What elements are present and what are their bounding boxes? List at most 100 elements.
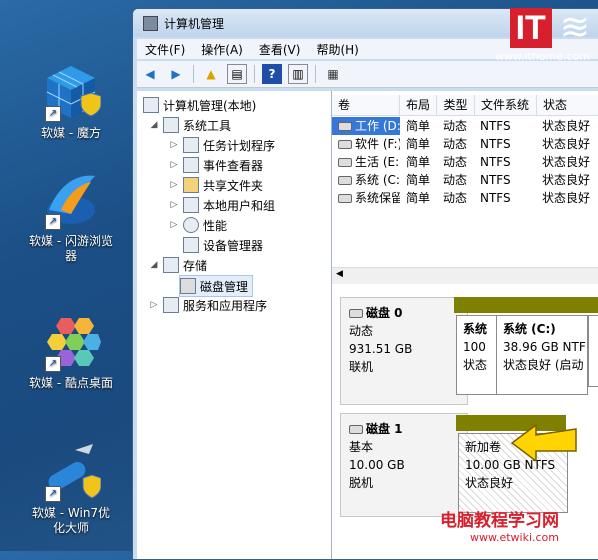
tree-item-performance[interactable]: ▷ 性能: [169, 215, 227, 235]
collapse-arrow-icon[interactable]: ◢: [149, 120, 159, 130]
filesystem-cell: NTFS: [480, 173, 511, 187]
expand-arrow-icon[interactable]: ▷: [169, 140, 179, 150]
expand-arrow-icon[interactable]: ▷: [169, 180, 179, 190]
expand-arrow-icon[interactable]: ▷: [149, 300, 159, 310]
expand-arrow-icon[interactable]: ▷: [169, 220, 179, 230]
menu-view[interactable]: 查看(V): [251, 41, 309, 58]
disk-management-icon: [180, 278, 196, 294]
logo-brand: IT: [509, 8, 552, 48]
volume-name-cell: 系统 (C:): [332, 171, 400, 189]
action-pane-icon[interactable]: ▥: [288, 64, 308, 84]
type-cell: 动态: [443, 155, 468, 169]
status-cell: 状态良好: [542, 137, 591, 151]
desktop-icon-label: 软媒 - Win7优化大师: [31, 506, 111, 535]
tree-item-system-tools[interactable]: ◢ 系统工具: [149, 115, 231, 135]
tree-item-storage[interactable]: ◢ 存储: [149, 255, 207, 275]
help-icon[interactable]: ?: [262, 64, 282, 84]
cube-icon: ↗: [41, 62, 102, 122]
up-folder-icon[interactable]: ▲: [201, 64, 221, 84]
partition-status: 状态良好 (启动: [503, 358, 584, 372]
partition-status: 状态良好: [465, 476, 514, 490]
tree-item-task-scheduler[interactable]: ▷ 任务计划程序: [169, 135, 275, 155]
disk-status: 脱机: [349, 476, 374, 490]
layout-cell: 简单: [406, 155, 431, 169]
disk-size: 10.00 GB: [349, 458, 405, 472]
desktop-icon-kudian[interactable]: ↗ 软媒 - 酷点桌面: [26, 312, 116, 391]
desktop-icon-label: 软媒 - 酷点桌面: [29, 376, 113, 390]
disk-name: 磁盘 1: [366, 422, 403, 436]
drive-icon: [338, 194, 352, 203]
expand-arrow-icon[interactable]: ▷: [169, 200, 179, 210]
collapse-arrow-icon[interactable]: ◢: [149, 260, 159, 270]
partition-status: 状态: [463, 358, 488, 372]
desktop-icon-shanyou[interactable]: ↗ 软媒 - 闪游浏览器: [26, 170, 116, 264]
performance-icon: [183, 217, 199, 233]
tree-label: 事件查看器: [203, 158, 264, 173]
bird-icon: ↗: [41, 170, 101, 230]
column-volume[interactable]: 卷: [332, 95, 400, 115]
properties-icon[interactable]: ▦: [323, 64, 343, 84]
filesystem-cell: NTFS: [480, 119, 511, 133]
table-row[interactable]: 软件 (F:) 简单 动态 NTFS 状态良好: [332, 135, 598, 153]
column-status[interactable]: 状态: [537, 95, 598, 115]
status-cell: 状态良好: [542, 119, 591, 133]
shortcut-arrow-icon: ↗: [45, 106, 61, 122]
filesystem-cell: NTFS: [480, 155, 511, 169]
logo-url: www.ithome.com: [494, 50, 590, 63]
desktop-icon-mofang[interactable]: ↗ 软媒 - 魔方: [26, 62, 116, 141]
tree-item-device-manager[interactable]: 设备管理器: [183, 235, 263, 255]
tree-label: 计算机管理(本地): [163, 98, 257, 113]
table-row[interactable]: 工作 (D:) 简单 动态 NTFS 状态良好: [332, 117, 598, 135]
tree-label: 本地用户和组: [203, 198, 276, 213]
column-type[interactable]: 类型: [437, 95, 475, 115]
toolbar-divider: [254, 65, 255, 83]
menu-file[interactable]: 文件(F): [137, 41, 193, 58]
column-layout[interactable]: 布局: [400, 95, 438, 115]
disk-1-panel[interactable]: 磁盘 1 基本 10.00 GB 脱机 新加卷 10.00 GB NTFS 状态…: [340, 413, 598, 517]
tree-label: 设备管理器: [203, 238, 264, 253]
back-arrow-icon[interactable]: ◀: [140, 64, 160, 84]
tree-item-disk-management[interactable]: 磁盘管理: [179, 275, 254, 297]
type-cell: 动态: [443, 137, 468, 151]
disk-0-panel[interactable]: 磁盘 0 动态 931.51 GB 联机 系统 100 状态 系统 (C:) 3…: [340, 297, 598, 405]
tree-item-services[interactable]: ▷ 服务和应用程序: [149, 295, 267, 315]
forward-arrow-icon[interactable]: ▶: [166, 64, 186, 84]
desktop-icon-win7youhua[interactable]: ↗ 软媒 - Win7优化大师: [26, 442, 116, 536]
partition-more[interactable]: [588, 315, 598, 387]
partition-system-reserved[interactable]: 系统 100 状态: [456, 315, 498, 395]
table-row[interactable]: 生活 (E:) 简单 动态 NTFS 状态良好: [332, 153, 598, 171]
tree-label: 服务和应用程序: [183, 298, 268, 313]
tree-item-root[interactable]: 计算机管理(本地): [143, 95, 256, 115]
tree-item-shared-folders[interactable]: ▷ 共享文件夹: [169, 175, 263, 195]
partition-name: 系统 (C:): [503, 322, 556, 336]
tools-icon: [163, 117, 179, 133]
computer-management-icon: [143, 15, 158, 31]
show-hide-tree-icon[interactable]: ▤: [227, 64, 247, 84]
scroll-left-icon[interactable]: ◀: [336, 269, 343, 279]
drive-icon: [338, 122, 352, 131]
status-cell: 状态良好: [542, 155, 591, 169]
volume-name-cell: 系统保留: [332, 189, 400, 207]
tree-item-local-users[interactable]: ▷ 本地用户和组: [169, 195, 275, 215]
tree-label: 存储: [183, 258, 208, 273]
column-filesystem[interactable]: 文件系统: [475, 95, 537, 115]
status-cell: 状态良好: [542, 173, 591, 187]
clock-icon: [183, 137, 199, 153]
disk-icon: [349, 309, 363, 318]
toolbar-divider: [315, 65, 316, 83]
table-row[interactable]: 系统保留 简单 动态 NTFS 状态良好: [332, 189, 598, 207]
disk-info: 磁盘 0 动态 931.51 GB 联机: [340, 297, 468, 405]
expand-arrow-icon[interactable]: ▷: [169, 160, 179, 170]
watermark-url: www.etwiki.com: [469, 531, 559, 544]
users-icon: [183, 197, 199, 213]
horizontal-scrollbar[interactable]: ◀: [332, 267, 598, 284]
menu-help[interactable]: 帮助(H): [308, 41, 366, 58]
partition-system-c[interactable]: 系统 (C:) 38.96 GB NTF 状态良好 (启动: [496, 315, 588, 395]
tree-item-event-viewer[interactable]: ▷ 事件查看器: [169, 155, 263, 175]
event-viewer-icon: [183, 157, 199, 173]
menu-action[interactable]: 操作(A): [193, 41, 251, 58]
shortcut-arrow-icon: ↗: [45, 214, 61, 230]
table-row[interactable]: 系统 (C:) 简单 动态 NTFS 状态良好: [332, 171, 598, 189]
volume-name-cell: 工作 (D:): [332, 117, 400, 135]
filesystem-cell: NTFS: [480, 137, 511, 151]
